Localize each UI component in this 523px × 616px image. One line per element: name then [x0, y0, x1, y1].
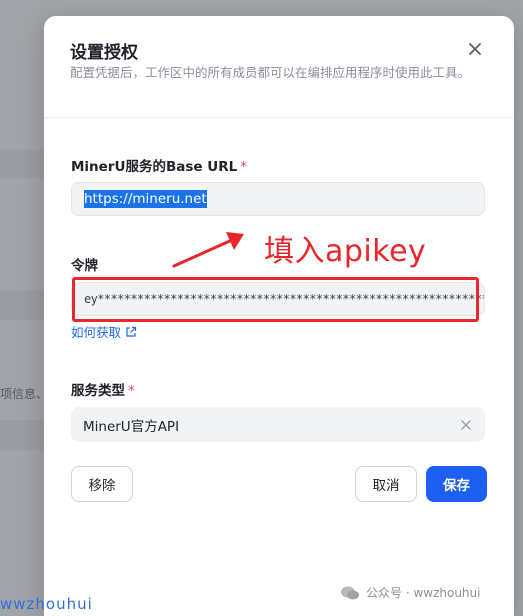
- watermark-left: wwzhouhui: [0, 595, 93, 613]
- required-mark: *: [128, 383, 135, 399]
- external-link-icon: [126, 326, 137, 337]
- dialog-description: 配置凭据后，工作区中的所有成员都可以在编排应用程序时使用此工具。: [70, 65, 471, 80]
- wechat-logo-icon: [341, 586, 359, 599]
- token-label: 令牌: [71, 254, 98, 274]
- base-url-input[interactable]: https://mineru.net: [71, 182, 485, 216]
- annotation-highlight-box: [72, 277, 479, 322]
- base-url-label: MinerU服务的Base URL *: [71, 155, 247, 175]
- service-type-value: MinerU官方API: [83, 418, 180, 435]
- close-icon[interactable]: [466, 40, 484, 58]
- divider: [44, 117, 514, 118]
- watermark-right-text: 公众号 · wwzhouhui: [366, 586, 481, 600]
- annotation-arrow-icon: [172, 232, 244, 268]
- watermark-right: 公众号 · wwzhouhui: [340, 584, 480, 601]
- base-url-value: https://mineru.net: [84, 190, 207, 208]
- token-label-text: 令牌: [71, 258, 98, 274]
- dialog-title: 设置授权: [70, 43, 138, 63]
- save-button[interactable]: 保存: [426, 466, 487, 502]
- cancel-button[interactable]: 取消: [355, 466, 417, 502]
- remove-button[interactable]: 移除: [71, 466, 133, 502]
- annotation-text: 填入apikey: [264, 234, 427, 269]
- required-mark: *: [240, 159, 247, 175]
- service-type-select[interactable]: MinerU官方API: [71, 407, 485, 442]
- service-type-label: 服务类型 *: [71, 379, 135, 399]
- service-type-label-text: 服务类型: [71, 383, 125, 399]
- how-to-get-link[interactable]: 如何获取: [71, 322, 137, 341]
- base-url-label-text: MinerU服务的Base URL: [71, 159, 238, 175]
- how-to-get-text: 如何获取: [71, 325, 122, 340]
- clear-icon[interactable]: [459, 418, 473, 432]
